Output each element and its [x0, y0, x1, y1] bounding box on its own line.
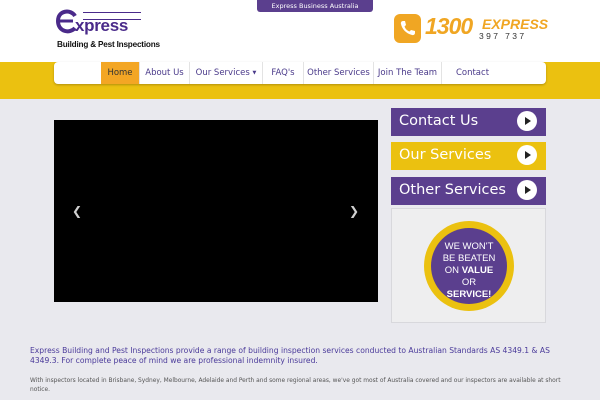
nav-other-services[interactable]: Other Services [303, 62, 373, 84]
badge-line-1: WE WON'T [444, 241, 494, 252]
nav-contact[interactable]: Contact [441, 62, 503, 84]
badge-line-3: ON VALUE [431, 265, 507, 277]
logo-wordmark: xpress [75, 16, 129, 35]
contact-us-label: Contact Us [399, 113, 479, 129]
arrow-right-circle-icon [517, 180, 537, 200]
nav-our-services-label: Our Services [195, 68, 250, 78]
carousel-next-icon[interactable]: ❯ [349, 204, 359, 218]
arrow-right-circle-icon [517, 145, 537, 165]
site-header: xpress Building & Pest Inspections Expre… [0, 0, 600, 62]
our-services-button[interactable]: Our Services [391, 142, 546, 170]
badge-value: VALUE [461, 265, 494, 276]
nav-join-the-team[interactable]: Join The Team [373, 62, 441, 84]
badge-line-5: SERVICE! [431, 289, 507, 301]
arrow-right-circle-icon [517, 111, 537, 131]
carousel-prev-icon[interactable]: ❮ [72, 204, 82, 218]
badge-text: WE WON'T BE BEATEN ON VALUE OR SERVICE! [431, 228, 507, 304]
promo-box: WE WON'T BE BEATEN ON VALUE OR SERVICE! [391, 208, 546, 323]
nav-faqs[interactable]: FAQ's [262, 62, 303, 84]
detail-paragraph: With inspectors located in Brisbane, Syd… [30, 378, 561, 393]
badge-line-2: BE BEATEN [442, 253, 496, 264]
nav-about-us[interactable]: About Us [139, 62, 189, 84]
phone-prefix: 1300 [425, 13, 473, 39]
nav-home[interactable]: Home [101, 62, 139, 84]
our-services-label: Our Services [399, 147, 492, 163]
badge-line-3-prefix: ON [444, 265, 462, 276]
hero-carousel: ❮ ❯ [54, 120, 378, 302]
value-service-badge: WE WON'T BE BEATEN ON VALUE OR SERVICE! [424, 221, 514, 311]
nav-our-services[interactable]: Our Services ▼ [189, 62, 262, 84]
contact-us-button[interactable]: Contact Us [391, 108, 546, 136]
phone-word: EXPRESS [482, 16, 549, 32]
phone-icon [394, 14, 421, 43]
phone-digits: 397 737 [479, 31, 527, 41]
logo-tagline: Building & Pest Inspections [57, 40, 160, 49]
main-nav: Home About Us Our Services ▼ FAQ's Other… [54, 62, 546, 84]
phone-number[interactable]: 1300 EXPRESS 397 737 [394, 13, 549, 46]
badge-line-4: OR [461, 277, 477, 288]
badge-service: SERVICE! [446, 289, 492, 300]
caret-down-icon: ▼ [252, 70, 257, 76]
other-services-button[interactable]: Other Services [391, 177, 546, 205]
other-services-label: Other Services [399, 182, 506, 198]
intro-paragraph: Express Building and Pest Inspections pr… [30, 346, 550, 365]
express-logo[interactable]: xpress Building & Pest Inspections [55, 8, 160, 54]
network-link[interactable]: Express Business Australia Network [257, 0, 373, 22]
